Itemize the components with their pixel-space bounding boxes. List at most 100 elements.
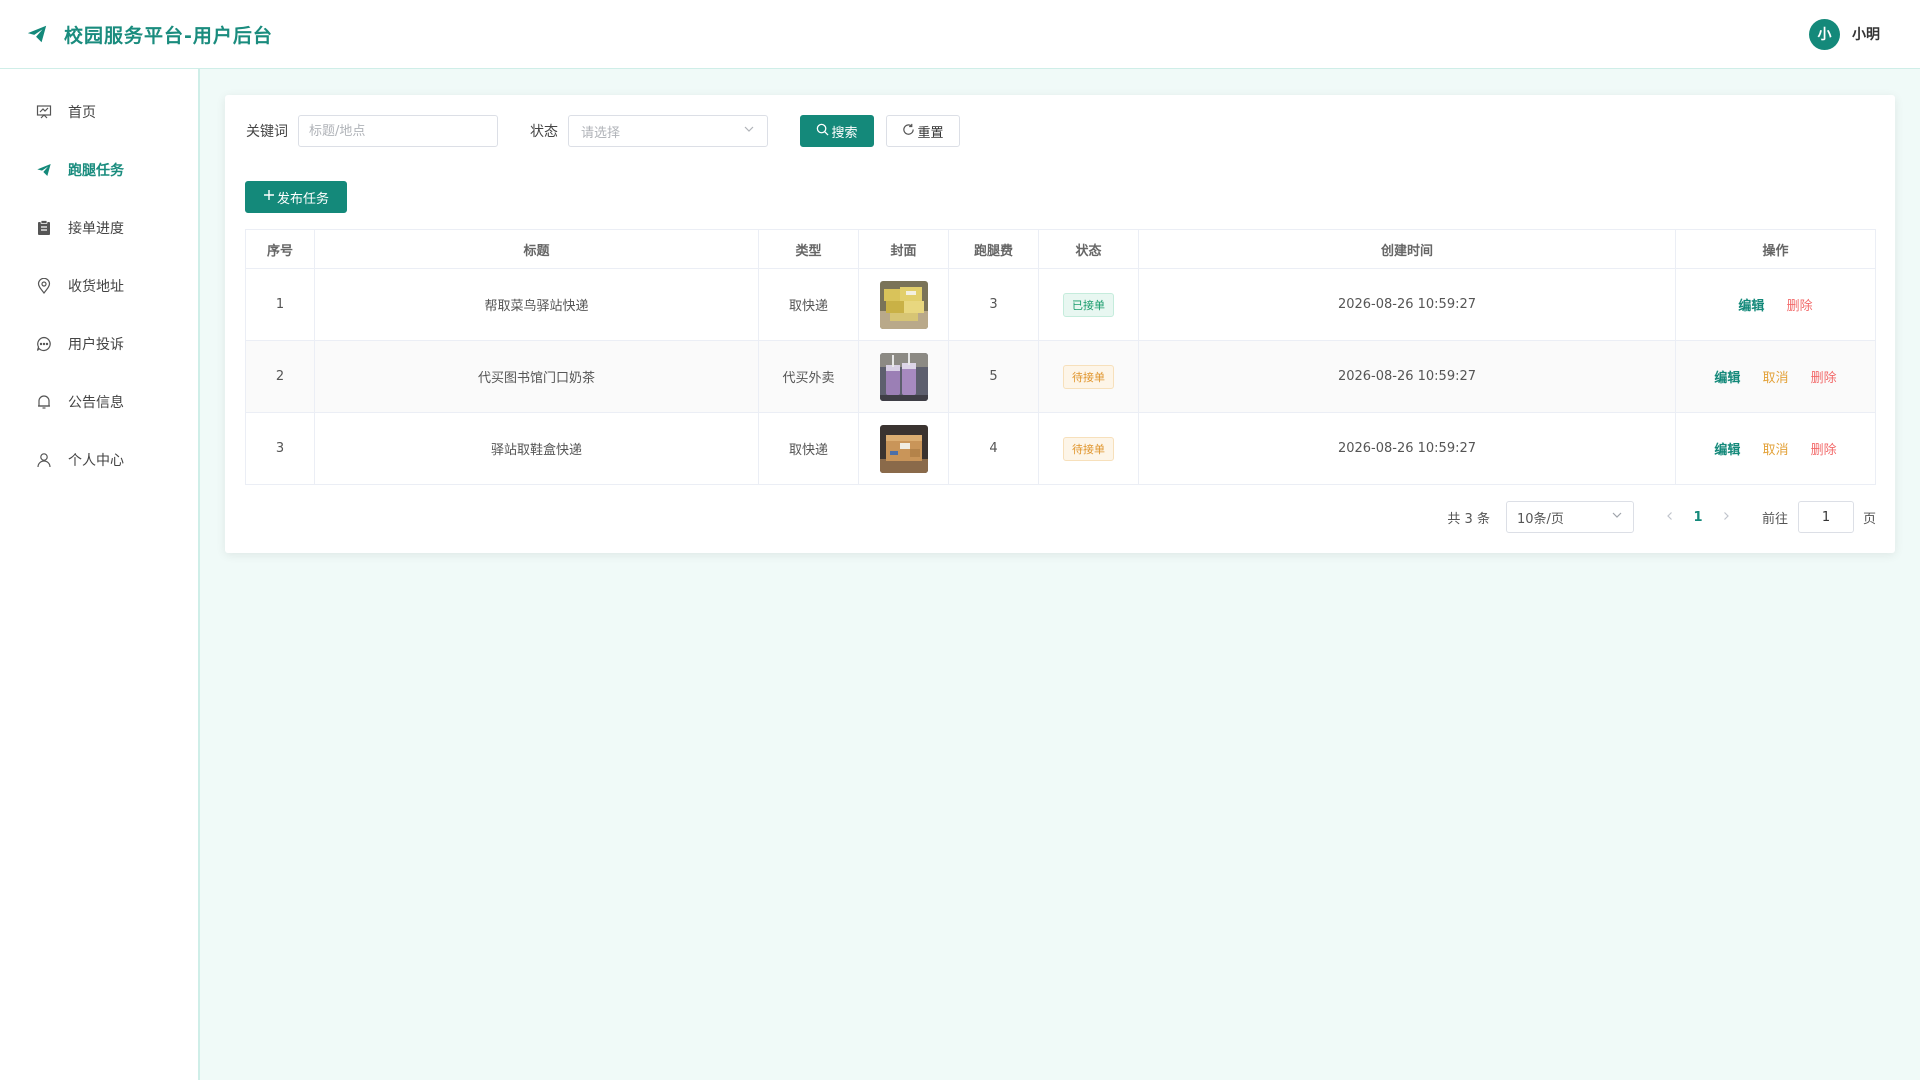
paper-plane-logo-icon bbox=[26, 22, 50, 46]
cell-title: 驿站取鞋盒快递 bbox=[314, 412, 759, 485]
status-badge: 待接单 bbox=[1063, 364, 1114, 389]
presentation-icon bbox=[36, 104, 52, 120]
delete-button[interactable]: 删除 bbox=[1787, 299, 1813, 314]
chevron-right-icon bbox=[1724, 511, 1729, 520]
column-header-index: 序号 bbox=[245, 229, 315, 269]
column-header-status: 状态 bbox=[1038, 229, 1139, 269]
cancel-button[interactable]: 取消 bbox=[1762, 371, 1788, 386]
user-menu[interactable]: 小 小明 bbox=[1809, 18, 1920, 50]
goto-page-input[interactable] bbox=[1797, 501, 1854, 533]
clipboard-icon bbox=[36, 220, 52, 236]
pagination: 共 3 条 10条/页 1 前往 页 bbox=[1447, 501, 1876, 533]
sidebar-item-label: 跑腿任务 bbox=[68, 163, 124, 179]
username[interactable]: 小明 bbox=[1852, 24, 1880, 44]
table-row: 3 驿站取鞋盒快递 取快递 4 待接单 2026-08-26 10:59:27 … bbox=[245, 412, 1876, 485]
chat-bubble-icon bbox=[36, 336, 52, 352]
plus-icon bbox=[263, 189, 277, 205]
prev-page-button[interactable] bbox=[1658, 510, 1682, 525]
cancel-button[interactable]: 取消 bbox=[1762, 443, 1788, 458]
column-header-created: 创建时间 bbox=[1138, 229, 1676, 269]
page-size-value: 10条/页 bbox=[1516, 511, 1564, 527]
chevron-down-icon bbox=[743, 123, 755, 139]
cell-fee: 4 bbox=[948, 412, 1039, 485]
cell-fee: 3 bbox=[948, 268, 1039, 341]
status-badge: 待接单 bbox=[1063, 436, 1114, 461]
sidebar-item-label: 用户投诉 bbox=[68, 337, 124, 353]
cell-actions: 编辑 取消 删除 bbox=[1675, 340, 1876, 413]
cell-cover bbox=[858, 268, 949, 341]
cell-type: 取快递 bbox=[758, 412, 859, 485]
status-label: 状态 bbox=[530, 124, 558, 140]
page-number-current[interactable]: 1 bbox=[1682, 510, 1714, 525]
next-page-button[interactable] bbox=[1714, 510, 1738, 525]
page-suffix: 页 bbox=[1862, 511, 1876, 527]
delete-button[interactable]: 删除 bbox=[1811, 371, 1837, 386]
table-header-row: 序号 标题 类型 封面 跑腿费 状态 创建时间 操作 bbox=[245, 229, 1876, 269]
avatar[interactable]: 小 bbox=[1809, 18, 1840, 50]
reset-button[interactable]: 重置 bbox=[886, 115, 960, 147]
cell-cover bbox=[858, 412, 949, 485]
edit-button[interactable]: 编辑 bbox=[1714, 371, 1740, 386]
goto-label: 前往 bbox=[1761, 511, 1788, 527]
pagination-total: 共 3 条 bbox=[1447, 511, 1490, 527]
cell-title: 代买图书馆门口奶茶 bbox=[314, 340, 759, 413]
paper-plane-icon bbox=[36, 162, 52, 178]
cell-actions: 编辑 取消 删除 bbox=[1675, 412, 1876, 485]
sidebar-item-label: 公告信息 bbox=[68, 395, 124, 411]
search-button-label: 搜索 bbox=[831, 125, 858, 141]
sidebar: 首页 跑腿任务 接单进度 收货地址 用户投诉 公告信息 个人中心 bbox=[0, 69, 200, 1080]
cell-status: 已接单 bbox=[1038, 268, 1139, 341]
cell-actions: 编辑 删除 bbox=[1675, 268, 1876, 341]
bell-icon bbox=[36, 394, 52, 410]
sidebar-item-errand-tasks[interactable]: 跑腿任务 bbox=[0, 141, 198, 199]
delete-button[interactable]: 删除 bbox=[1811, 443, 1837, 458]
keyword-input[interactable] bbox=[298, 115, 498, 147]
sidebar-item-address[interactable]: 收货地址 bbox=[0, 257, 198, 315]
publish-task-label: 发布任务 bbox=[276, 191, 329, 207]
cell-created: 2026-08-26 10:59:27 bbox=[1138, 340, 1676, 413]
table-row: 1 帮取菜鸟驿站快递 取快递 3 已接单 2026-08-26 10:59:27… bbox=[245, 268, 1876, 341]
sidebar-item-home[interactable]: 首页 bbox=[0, 83, 198, 141]
filter-bar: 关键词 状态 请选择 搜索 重置 bbox=[246, 115, 960, 147]
search-icon bbox=[816, 123, 831, 140]
sidebar-item-complaints[interactable]: 用户投诉 bbox=[0, 315, 198, 373]
chevron-down-icon bbox=[1611, 509, 1623, 525]
status-select[interactable]: 请选择 bbox=[568, 115, 768, 147]
column-header-cover: 封面 bbox=[858, 229, 949, 269]
cover-image-shoebox[interactable] bbox=[879, 424, 928, 473]
app-title: 校园服务平台-用户后台 bbox=[64, 24, 273, 47]
column-header-actions: 操作 bbox=[1675, 229, 1876, 269]
cell-status: 待接单 bbox=[1038, 412, 1139, 485]
sidebar-item-label: 收货地址 bbox=[68, 279, 124, 295]
task-card: 关键词 状态 请选择 搜索 重置 发布任务 bbox=[225, 95, 1895, 553]
keyword-label: 关键词 bbox=[246, 124, 288, 140]
cell-cover bbox=[858, 340, 949, 413]
column-header-type: 类型 bbox=[758, 229, 859, 269]
cell-index: 1 bbox=[245, 268, 315, 341]
sidebar-item-label: 接单进度 bbox=[68, 221, 124, 237]
cover-image-parcel-boxes[interactable] bbox=[879, 280, 928, 329]
refresh-icon bbox=[902, 123, 917, 140]
cell-type: 取快递 bbox=[758, 268, 859, 341]
edit-button[interactable]: 编辑 bbox=[1714, 443, 1740, 458]
cell-index: 3 bbox=[245, 412, 315, 485]
column-header-title: 标题 bbox=[314, 229, 759, 269]
cell-status: 待接单 bbox=[1038, 340, 1139, 413]
search-button[interactable]: 搜索 bbox=[800, 115, 874, 147]
table-row: 2 代买图书馆门口奶茶 代买外卖 5 待接单 2026-08-26 10:59:… bbox=[245, 340, 1876, 413]
cell-index: 2 bbox=[245, 340, 315, 413]
page-size-select[interactable]: 10条/页 bbox=[1505, 501, 1634, 533]
edit-button[interactable]: 编辑 bbox=[1738, 299, 1764, 314]
cell-created: 2026-08-26 10:59:27 bbox=[1138, 412, 1676, 485]
reset-button-label: 重置 bbox=[917, 125, 944, 141]
sidebar-item-profile[interactable]: 个人中心 bbox=[0, 431, 198, 489]
cell-type: 代买外卖 bbox=[758, 340, 859, 413]
status-select-placeholder: 请选择 bbox=[581, 125, 621, 141]
cover-image-milk-tea[interactable] bbox=[879, 352, 928, 401]
sidebar-item-order-progress[interactable]: 接单进度 bbox=[0, 199, 198, 257]
publish-task-button[interactable]: 发布任务 bbox=[245, 181, 347, 213]
sidebar-item-announcements[interactable]: 公告信息 bbox=[0, 373, 198, 431]
location-pin-icon bbox=[36, 278, 52, 294]
chevron-left-icon bbox=[1667, 511, 1672, 520]
status-badge: 已接单 bbox=[1063, 292, 1114, 317]
